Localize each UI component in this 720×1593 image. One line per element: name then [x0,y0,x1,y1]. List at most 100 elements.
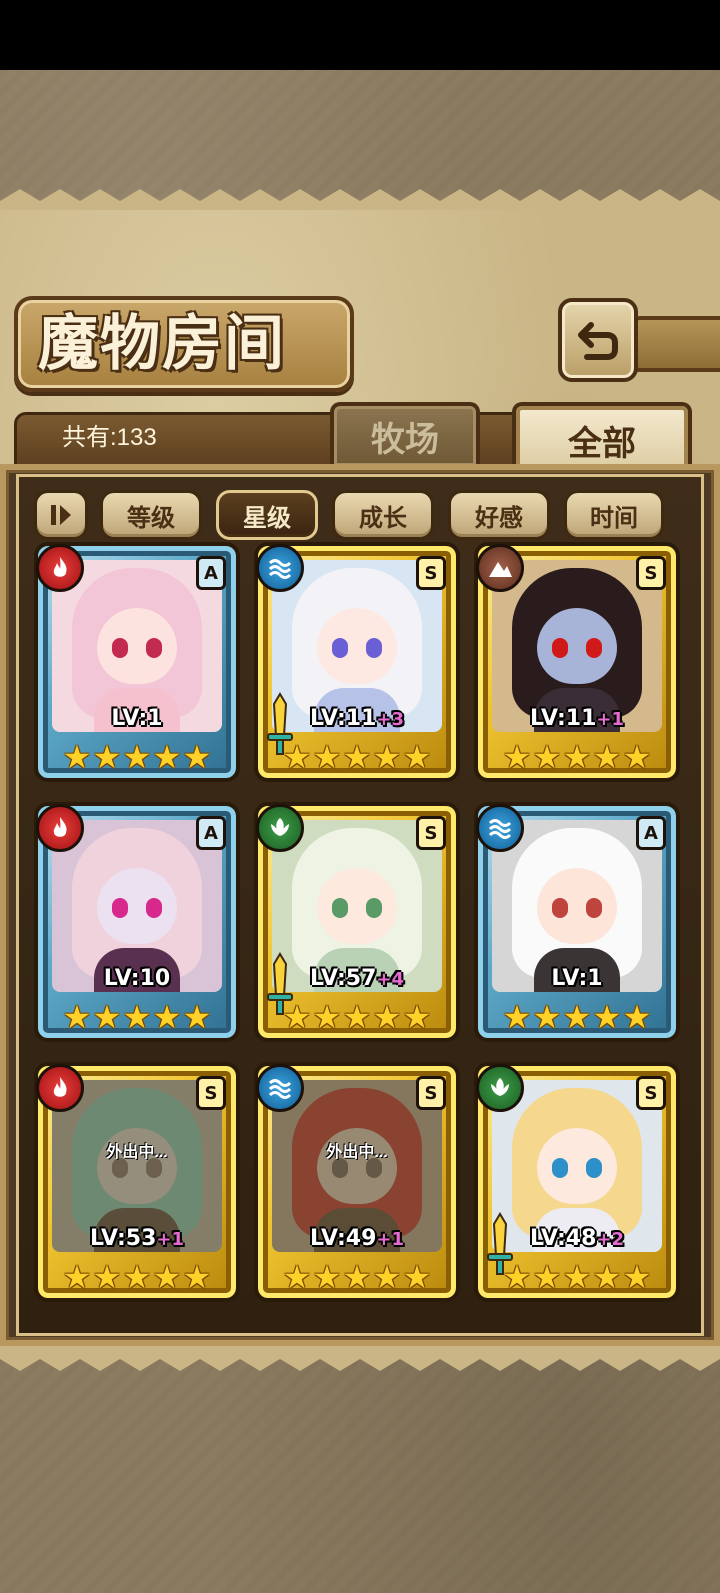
character-face [537,868,617,944]
star-icon: ★ [622,738,652,776]
status-bar [0,0,720,70]
rank-badge: A [636,816,666,850]
element-badge [256,804,304,852]
star-rating: ★ ★ ★ ★ ★ [282,1258,432,1296]
character-face [317,868,397,944]
character-face [317,608,397,684]
sort-affection-button[interactable]: 好感 [448,490,550,540]
parchment-bottom-edge [0,1345,720,1371]
rank-badge: S [416,816,446,850]
level-value: LV:48 [529,1226,597,1251]
star-rating: ★ ★ ★ ★ ★ [502,1258,652,1296]
tab-ranch[interactable]: 牧场 [330,402,480,466]
character-eye [146,638,162,658]
fire-element-icon [53,1077,67,1097]
character-eye [552,1158,568,1178]
star-icon: ★ [92,1258,122,1296]
star-icon: ★ [92,738,122,776]
star-icon: ★ [92,998,122,1036]
level-value: LV:11 [309,706,377,731]
element-badge [476,1064,524,1112]
back-button[interactable] [558,298,638,382]
star-rating: ★ ★ ★ ★ ★ [502,998,652,1036]
sort-order-icon [51,505,71,525]
star-icon: ★ [372,998,402,1036]
rank-badge: S [636,1076,666,1110]
wood-element-icon [491,1078,509,1096]
star-icon: ★ [502,998,532,1036]
rank-badge: A [196,556,226,590]
star-icon: ★ [182,738,212,776]
star-icon: ★ [342,998,372,1036]
sort-star-button[interactable]: 星级 [216,490,318,540]
sort-level-button[interactable]: 等级 [100,490,202,540]
star-icon: ★ [562,1258,592,1296]
star-icon: ★ [342,1258,372,1296]
star-icon: ★ [122,738,152,776]
element-badge [36,1064,84,1112]
level-label: LV:53+1 [38,1226,236,1251]
monster-card[interactable]: A LV:1 ★ ★ ★ ★ ★ [474,802,680,1042]
page-title: 魔物房间 [38,309,286,379]
star-icon: ★ [282,1258,312,1296]
sort-order-toggle[interactable] [34,490,88,540]
element-badge [256,544,304,592]
star-icon: ★ [152,1258,182,1296]
character-eye [332,898,348,918]
level-value: LV:10 [103,966,171,991]
away-status: 外出中... [326,1144,388,1161]
element-badge [476,544,524,592]
character-eye [586,638,602,658]
monster-card[interactable]: 外出中... S LV:53+1 ★ ★ ★ ★ ★ [34,1062,240,1302]
monster-card[interactable]: A LV:1 ★ ★ ★ ★ ★ [34,542,240,782]
star-icon: ★ [372,738,402,776]
character-eye [586,898,602,918]
star-icon: ★ [312,738,342,776]
star-icon: ★ [342,738,372,776]
element-badge [36,544,84,592]
element-badge [256,1064,304,1112]
sort-growth-button[interactable]: 成长 [332,490,434,540]
level-bonus: +1 [596,709,625,730]
back-button-plate [630,316,720,372]
water-element-icon [268,559,292,579]
star-icon: ★ [152,738,182,776]
monster-count: 共有:133 [62,424,157,451]
monster-card[interactable]: A LV:10 ★ ★ ★ ★ ★ [34,802,240,1042]
character-face [97,608,177,684]
star-icon: ★ [622,1258,652,1296]
rank-badge: S [196,1076,226,1110]
star-rating: ★ ★ ★ ★ ★ [62,738,212,776]
fire-element-icon [53,557,67,577]
monster-card[interactable]: S LV:11+1 ★ ★ ★ ★ ★ [474,542,680,782]
level-label: LV:11+3 [258,706,456,731]
star-icon: ★ [62,738,92,776]
level-label: LV:57+4 [258,966,456,991]
star-icon: ★ [122,998,152,1036]
monster-card[interactable]: S LV:57+4 ★ ★ ★ ★ ★ [254,802,460,1042]
element-badge [36,804,84,852]
rank-badge: S [636,556,666,590]
star-rating: ★ ★ ★ ★ ★ [282,998,432,1036]
level-bonus: +4 [376,969,405,990]
star-icon: ★ [532,738,562,776]
level-value: LV:53 [89,1226,157,1251]
level-value: LV:57 [309,966,377,991]
monster-card[interactable]: 外出中... S LV:49+1 ★ ★ ★ ★ ★ [254,1062,460,1302]
monster-card[interactable]: S LV:48+2 ★ ★ ★ ★ ★ [474,1062,680,1302]
level-bonus: +3 [376,709,405,730]
sort-time-button[interactable]: 时间 [564,490,664,540]
rank-badge: S [416,1076,446,1110]
star-rating: ★ ★ ★ ★ ★ [502,738,652,776]
star-icon: ★ [622,998,652,1036]
character-face [97,868,177,944]
level-value: LV:49 [309,1226,377,1251]
character-eye [366,638,382,658]
star-icon: ★ [402,738,432,776]
star-icon: ★ [502,738,532,776]
monster-card[interactable]: S LV:11+3 ★ ★ ★ ★ ★ [254,542,460,782]
level-label: LV:1 [38,706,236,731]
star-icon: ★ [592,998,622,1036]
rank-badge: S [416,556,446,590]
character-face [537,1128,617,1204]
